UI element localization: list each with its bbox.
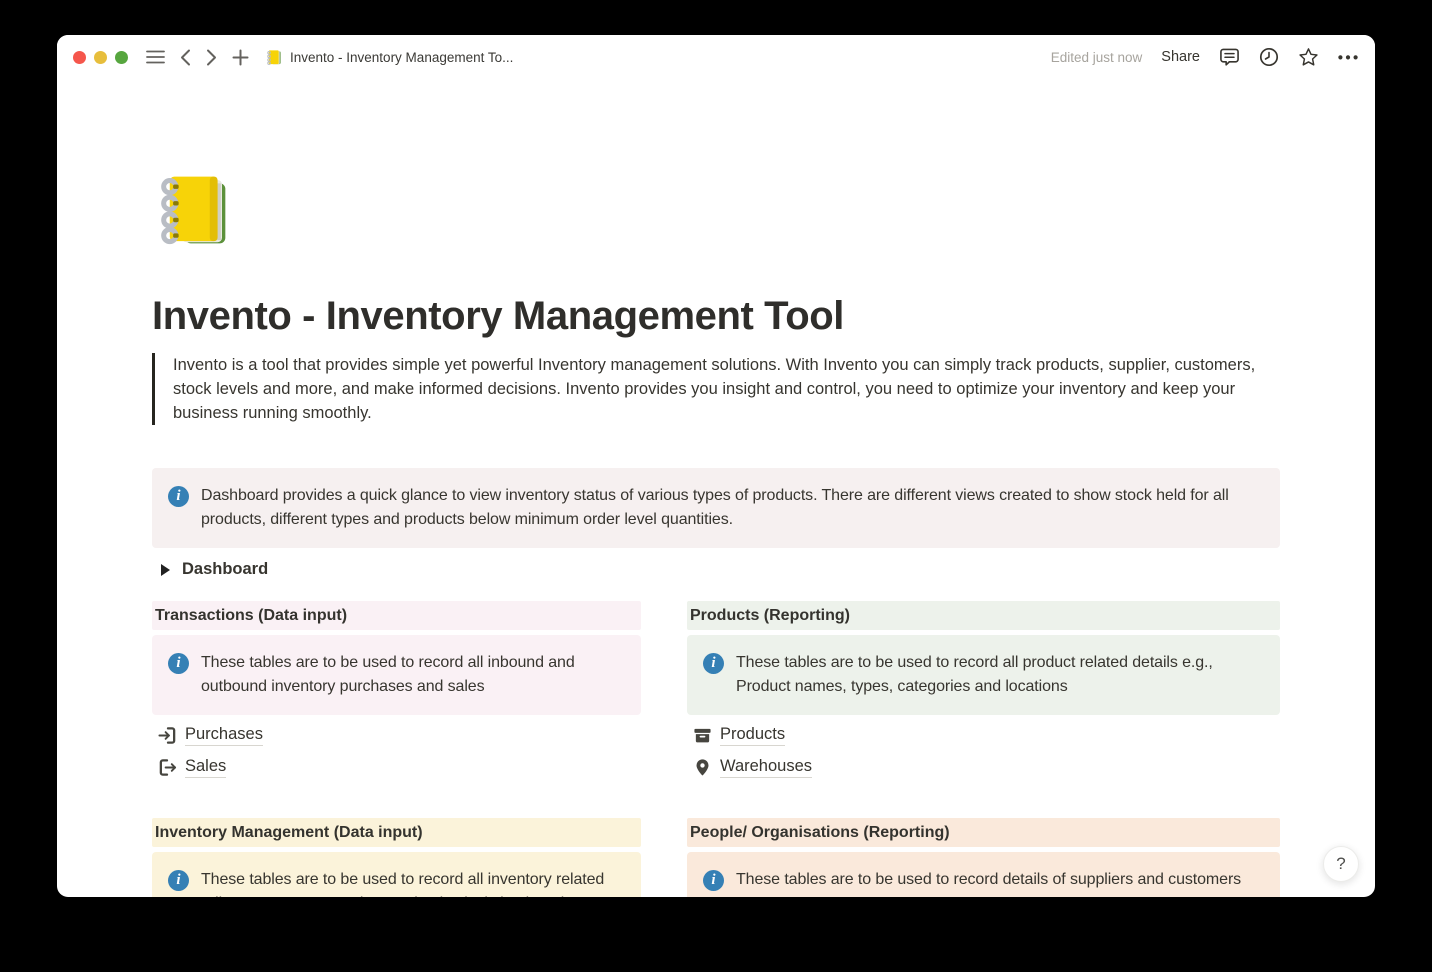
share-button[interactable]: Share	[1161, 49, 1200, 65]
section-header-people-organisations: People/ Organisations (Reporting)	[687, 818, 1280, 847]
close-window-button[interactable]	[73, 51, 86, 64]
ledger-notebook-icon	[265, 49, 282, 66]
nav-forward-icon[interactable]	[206, 49, 217, 66]
sidebar-menu-icon[interactable]	[146, 49, 165, 65]
page-title: Invento - Inventory Management Tool	[152, 292, 1280, 340]
app-window: Invento - Inventory Management To... Edi…	[57, 35, 1375, 897]
quote-block: Invento is a tool that provides simple y…	[152, 353, 1270, 425]
nav-back-icon[interactable]	[180, 49, 191, 66]
link-label: Sales	[185, 757, 226, 778]
traffic-lights	[73, 51, 128, 64]
link-label: Products	[720, 725, 785, 746]
products-callout: i These tables are to be used to record …	[687, 635, 1280, 715]
inventory-management-callout-text: These tables are to be used to record al…	[201, 868, 625, 897]
page-content: Invento - Inventory Management Tool Inve…	[57, 79, 1375, 897]
help-button[interactable]: ?	[1323, 846, 1359, 882]
transactions-callout-text: These tables are to be used to record al…	[201, 651, 625, 699]
inventory-management-callout: i These tables are to be used to record …	[152, 852, 641, 897]
history-clock-icon[interactable]	[1259, 47, 1279, 67]
exit-icon	[158, 758, 177, 777]
titlebar: Invento - Inventory Management To... Edi…	[57, 35, 1375, 79]
dashboard-toggle[interactable]: Dashboard	[152, 557, 1280, 582]
section-header-products: Products (Reporting)	[687, 601, 1280, 630]
page-link-purchases[interactable]: Purchases	[152, 722, 263, 748]
section-header-inventory-management: Inventory Management (Data input)	[152, 818, 641, 847]
comments-icon[interactable]	[1219, 47, 1240, 67]
products-callout-text: These tables are to be used to record al…	[736, 651, 1264, 699]
link-label: Purchases	[185, 725, 263, 746]
people-organisations-callout: i These tables are to be used to record …	[687, 852, 1280, 897]
location-pin-icon	[693, 758, 712, 777]
dashboard-info-callout: i Dashboard provides a quick glance to v…	[152, 468, 1280, 548]
info-icon: i	[703, 653, 724, 674]
transactions-callout: i These tables are to be used to record …	[152, 635, 641, 715]
section-header-transactions: Transactions (Data input)	[152, 601, 641, 630]
info-icon: i	[168, 870, 189, 891]
favorite-star-icon[interactable]	[1298, 47, 1319, 67]
page-link-warehouses[interactable]: Warehouses	[687, 754, 812, 780]
enter-icon	[158, 726, 177, 745]
more-options-icon[interactable]	[1338, 55, 1358, 60]
toggle-triangle-icon	[161, 564, 170, 576]
page-link-sales[interactable]: Sales	[152, 754, 226, 780]
new-tab-plus-icon[interactable]	[232, 49, 249, 66]
people-organisations-callout-text: These tables are to be used to record de…	[736, 868, 1241, 892]
zoom-window-button[interactable]	[115, 51, 128, 64]
info-icon: i	[703, 870, 724, 891]
edited-status: Edited just now	[1051, 50, 1143, 65]
minimize-window-button[interactable]	[94, 51, 107, 64]
tab-title: Invento - Inventory Management To...	[290, 50, 513, 65]
dashboard-toggle-label: Dashboard	[182, 560, 268, 579]
page-link-products[interactable]: Products	[687, 722, 785, 748]
link-label: Warehouses	[720, 757, 812, 778]
dashboard-info-text: Dashboard provides a quick glance to vie…	[201, 484, 1264, 532]
info-icon: i	[168, 653, 189, 674]
archive-box-icon	[693, 726, 712, 745]
current-tab[interactable]: Invento - Inventory Management To...	[265, 49, 513, 66]
info-icon: i	[168, 486, 189, 507]
page-ledger-notebook-icon[interactable]	[152, 170, 232, 250]
